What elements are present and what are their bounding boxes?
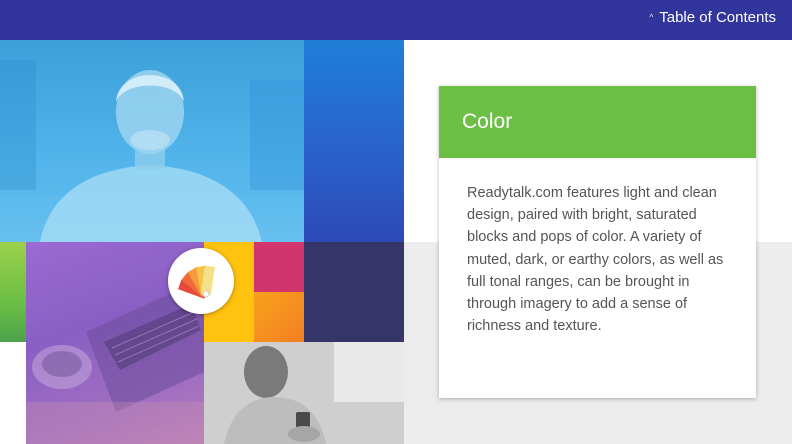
phone-photo [204,342,404,444]
table-of-contents-link[interactable]: ^ Table of Contents [649,9,776,26]
card-header: Color [439,86,756,158]
green-block [0,242,26,342]
color-swatch-icon [168,248,234,314]
man-photo [0,40,304,242]
card-title: Color [462,110,513,133]
phone-photo-illustration [204,342,404,444]
blue-block [304,40,404,242]
top-bar: ^ Table of Contents [0,0,792,40]
swatch-fan-illustration [177,265,215,299]
caret-up-icon: ^ [649,12,654,22]
navy-block [304,242,404,342]
image-collage [0,40,404,444]
card-body-text: Readytalk.com features light and clean d… [467,185,724,335]
table-of-contents-label: Table of Contents [659,9,776,26]
pink-block [254,242,304,292]
color-info-card: Color Readytalk.com features light and c… [439,86,756,398]
orange-block [254,292,304,342]
man-photo-illustration [0,60,304,242]
white-block [0,342,26,444]
